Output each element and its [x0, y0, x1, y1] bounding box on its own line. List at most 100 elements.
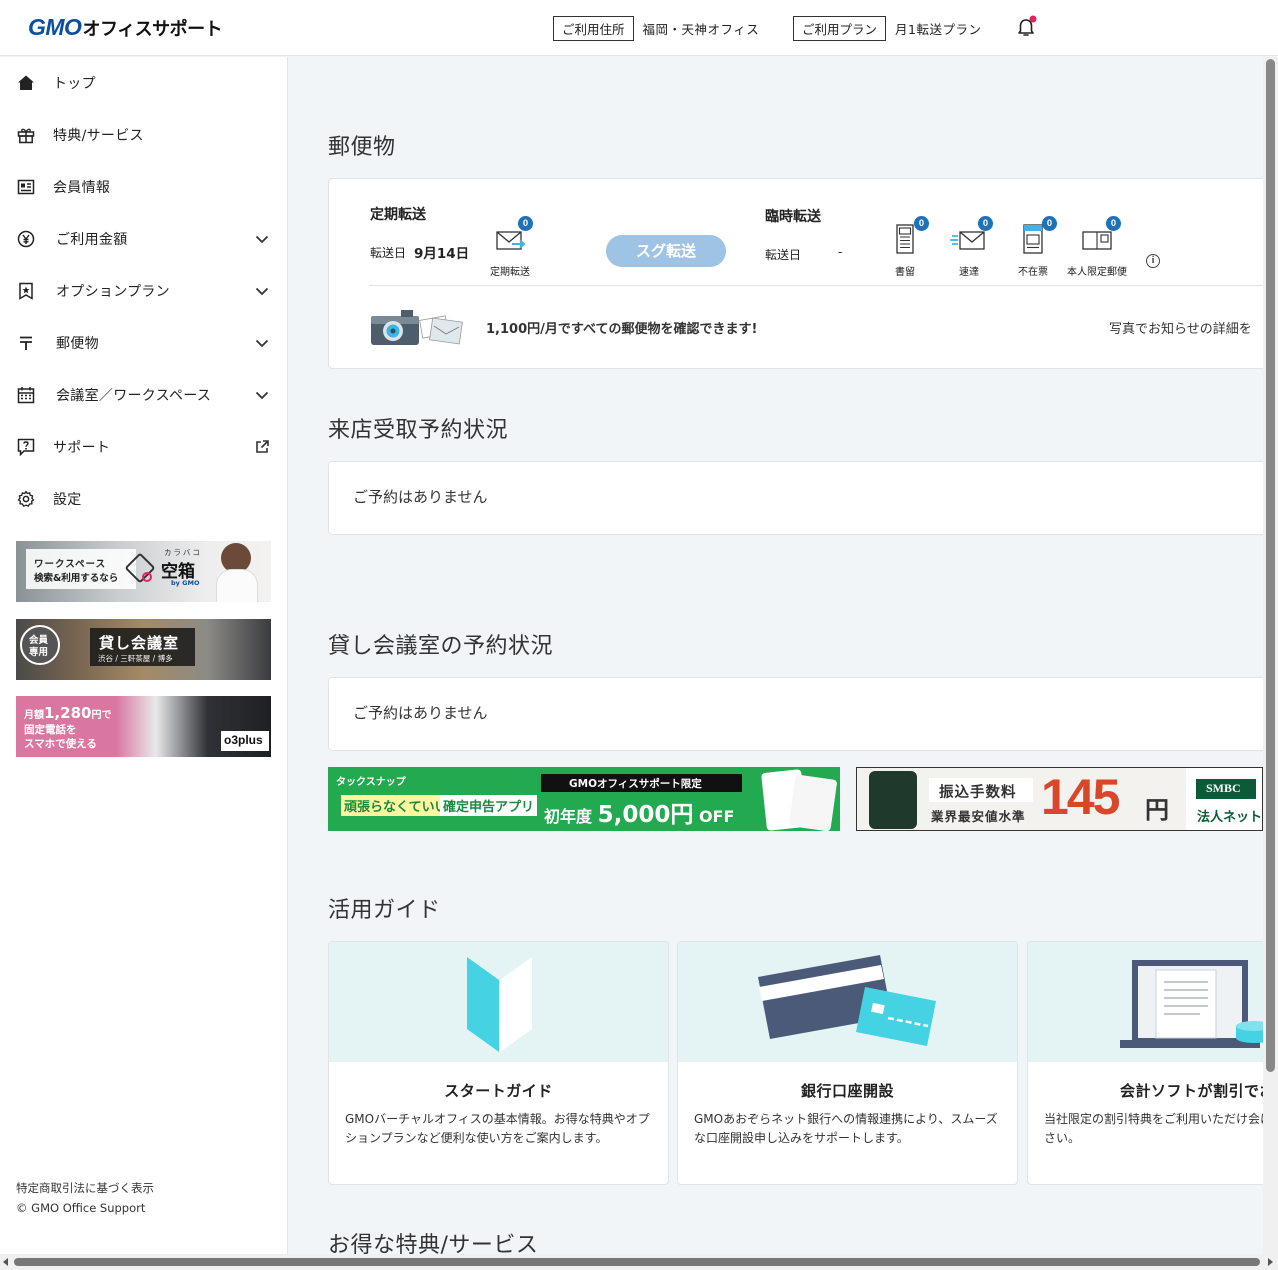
o3plus-logo: o3plus — [224, 733, 263, 747]
temporary-forward-date: - — [838, 245, 843, 259]
notification-bell-icon[interactable] — [1014, 15, 1038, 39]
sidebar-item-label: 会議室／ワークスペース — [56, 388, 212, 404]
gear-icon — [16, 489, 36, 509]
logo-brand: GMO — [28, 14, 82, 40]
camera-mail-illustration — [371, 308, 476, 348]
banner-text: 固定電話を — [24, 724, 77, 736]
taxsnap-offer-amount: 5,000円 — [597, 802, 694, 828]
start-guide-card[interactable]: スタートガイド GMOバーチャルオフィスの基本情報。お得な特典やオプションプラン… — [328, 941, 669, 1185]
express-mail-count-badge: 0 — [978, 216, 993, 231]
chevron-down-icon — [254, 335, 270, 351]
credit-card-icon — [758, 955, 936, 1046]
address-value: 福岡・天神オフィス — [642, 22, 760, 37]
banner-text: 検索&利用するなら — [34, 573, 119, 584]
banner-text: 円で — [91, 710, 112, 721]
regular-forward-mail-button[interactable]: 0 定期転送 — [490, 216, 533, 278]
sidebar-item-label: トップ — [53, 76, 96, 92]
sidebar-item-label: オプションプラン — [56, 284, 170, 300]
sidebar-item-support[interactable]: サポート — [0, 421, 288, 473]
laptop-document-icon — [1120, 960, 1263, 1048]
temporary-forward-date-label: 転送日 — [765, 248, 802, 262]
registered-mail-button[interactable]: 0 書留 — [885, 216, 929, 278]
banner-sub: 渋谷 / 三軒茶屋 / 博多 — [98, 654, 173, 663]
vertical-scrollbar-thumb[interactable] — [1266, 59, 1275, 1072]
o3plus-phone-banner[interactable]: 月額1,280円で 固定電話を スマホで使える o3plus — [16, 696, 271, 757]
store-pickup-empty-text: ご予約はありません — [353, 488, 488, 506]
horizontal-scrollbar[interactable] — [0, 1254, 1278, 1270]
sidebar-item-label: 郵便物 — [56, 336, 99, 352]
taxsnap-phone-image — [788, 774, 838, 831]
guide-illustration — [1028, 942, 1263, 1062]
banner-price: 1,280 — [44, 704, 92, 722]
sidebar-item-option-plan[interactable]: オプションプラン — [0, 265, 288, 317]
guide-section-title: 活用ガイド — [328, 898, 441, 923]
sidebar-item-meeting-room[interactable]: 会議室／ワークスペース — [0, 369, 288, 421]
restricted-delivery-mail-button[interactable]: 0 本人限定郵便 — [1067, 216, 1127, 278]
karabako-workspace-banner[interactable]: ワークスペース 検索&利用するなら カラバコ 空箱 by GMO — [16, 541, 271, 602]
taxsnap-limited: GMOオフィスサポート限定 — [569, 778, 702, 790]
app-header: GMO オフィスサポート ご利用住所 福岡・天神オフィス ご利用プラン 月1転送… — [0, 0, 1278, 56]
sidebar-footer: 特定商取引法に基づく表示 © GMO Office Support — [16, 1178, 154, 1218]
express-mail-label: 速達 — [959, 267, 979, 278]
guide-card-description: GMOあおぞらネット銀行への情報連携により、スムーズな口座開設申し込みをサポート… — [694, 1112, 998, 1145]
chevron-down-icon — [254, 283, 270, 299]
express-mail-button[interactable]: 0 速達 — [949, 216, 993, 278]
calendar-icon — [16, 385, 36, 405]
regular-forward-title: 定期転送 — [370, 207, 426, 223]
divider — [369, 285, 1263, 286]
smbc-banner-text: 振込手数料 — [939, 785, 1017, 801]
store-pickup-section-title: 来店受取予約状況 — [328, 418, 509, 443]
sugu-forward-button[interactable]: スグ転送 — [606, 235, 726, 267]
chevron-down-icon — [254, 231, 270, 247]
vertical-scrollbar[interactable] — [1263, 57, 1278, 1254]
sidebar-item-billing[interactable]: ご利用金額 — [0, 213, 288, 265]
guide-card-title: 会計ソフトが割引でお — [1119, 1082, 1263, 1100]
banner-text: 月額 — [24, 710, 44, 721]
info-icon[interactable]: i — [1146, 254, 1160, 268]
accounting-software-card[interactable]: 会計ソフトが割引でお 当社限定の割引特典をご利用いただけ会にぜひご検討ください。 — [1027, 941, 1263, 1185]
plan-value: 月1転送プラン — [895, 22, 982, 37]
scroll-right-arrow-icon[interactable] — [1268, 1258, 1273, 1266]
sidebar-item-mail[interactable]: 郵便物 — [0, 317, 288, 369]
sidebar-item-benefits[interactable]: 特典/サービス — [0, 109, 288, 161]
banner-gradient — [116, 696, 156, 757]
smbc-sub: 法人ネット — [1197, 810, 1263, 825]
meeting-room-section-title: 貸し会議室の予約状況 — [328, 634, 554, 659]
absence-notice-label: 不在票 — [1018, 267, 1048, 278]
main-content: 郵便物 定期転送 転送日 9月14日 0 定期転送 スグ転送 臨時転送 転送日 … — [288, 57, 1263, 1254]
address-info: ご利用住所 福岡・天神オフィス — [553, 16, 759, 41]
karabako-logo-mark — [142, 572, 152, 582]
meeting-room-banner[interactable]: 会員 専用 貸し会議室 渋谷 / 三軒茶屋 / 博多 — [16, 619, 271, 680]
home-icon — [16, 73, 36, 93]
banner-headline: 月額1,280円で — [24, 703, 111, 722]
guide-illustration — [329, 942, 668, 1062]
sidebar-item-settings[interactable]: 設定 — [0, 473, 288, 525]
scroll-left-arrow-icon[interactable] — [3, 1258, 8, 1266]
smbc-price-unit: 円 — [1145, 796, 1169, 824]
external-link-icon — [254, 439, 270, 455]
address-tag: ご利用住所 — [553, 16, 634, 41]
horizontal-scrollbar-thumb[interactable] — [14, 1258, 1260, 1266]
gmo-office-support-logo[interactable]: GMO オフィスサポート — [28, 14, 223, 41]
absence-notice-button[interactable]: 0 不在票 — [1013, 216, 1057, 278]
sidebar-item-top[interactable]: トップ — [0, 57, 288, 109]
mail-section-title: 郵便物 — [328, 135, 396, 160]
mail-photo-details-link[interactable]: 写真でお知らせの詳細を — [1109, 318, 1252, 337]
sidebar-item-member-info[interactable]: 会員情報 — [0, 161, 288, 213]
taxsnap-offer-text: OFF — [698, 807, 735, 826]
smbc-corporate-banner[interactable]: 振込手数料 業界最安値水準 145 円 SMBC 法人ネット — [856, 767, 1263, 831]
legal-notice-link[interactable]: 特定商取引法に基づく表示 — [16, 1178, 154, 1198]
badge-text: 専用 — [29, 647, 49, 658]
sidebar-item-label: 設定 — [53, 492, 82, 508]
bank-account-card[interactable]: 銀行口座開設 GMOあおぞらネット銀行への情報連携により、スムーズな口座開設申し… — [677, 941, 1018, 1185]
sidebar-item-label: 特典/サービス — [53, 128, 144, 144]
notification-dot — [1029, 15, 1037, 23]
smbc-banner-text: 業界最安値水準 — [931, 809, 1026, 824]
guide-card-title: スタートガイド — [444, 1082, 553, 1100]
plan-info: ご利用プラン 月1転送プラン — [793, 16, 981, 41]
absence-notice-count-badge: 0 — [1042, 216, 1057, 231]
regular-forward-icon-label: 定期転送 — [490, 267, 530, 278]
taxsnap-banner[interactable]: タックスナップ 頑張らなくていい 確定申告アプリ GMOオフィスサポート限定 初… — [328, 767, 840, 831]
regular-forward-date: 9月14日 — [414, 246, 470, 262]
store-pickup-card: ご予約はありません — [328, 461, 1263, 535]
